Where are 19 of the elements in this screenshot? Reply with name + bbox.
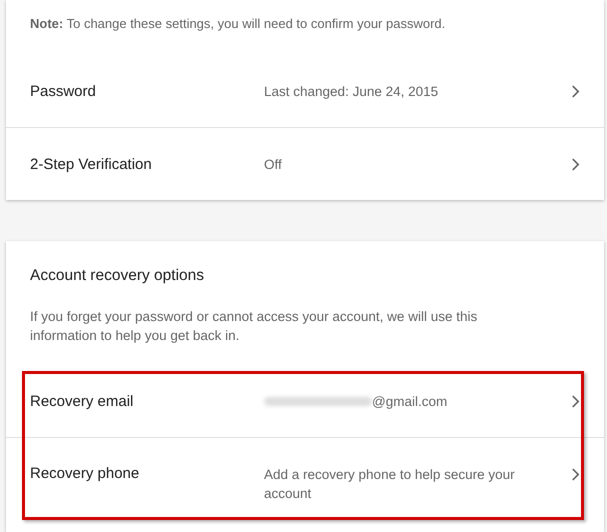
row-label: Password — [30, 82, 97, 100]
note-text: Note: To change these settings, you will need to confirm your password. — [30, 15, 446, 33]
settings-row[interactable]: Recovery phone Add a recovery phone to help secure your account — [6, 437, 604, 509]
settings-row[interactable]: Password Last changed: June 24, 2015 — [6, 55, 604, 127]
chevron-right-icon — [571, 468, 580, 481]
settings-row[interactable]: Recovery email @gmail.com — [6, 365, 604, 437]
row-label: Recovery phone — [30, 465, 140, 482]
chevron-right-icon — [571, 158, 580, 170]
row-value: @gmail.com — [372, 392, 448, 410]
row-label: 2-Step Verification — [30, 156, 153, 172]
row-label: Recovery email — [30, 392, 134, 410]
section-description: If you forget your password or cannot access your account, we will use this information to help you get back in. — [30, 308, 478, 345]
settings-row[interactable]: 2-Step Verification Off — [6, 127, 604, 200]
chevron-right-icon — [571, 394, 580, 408]
row-value: Off — [264, 156, 283, 174]
row-value: Last changed: June 24, 2015 — [264, 82, 440, 100]
row-value: Add a recovery phone to help secure your account — [264, 466, 516, 503]
chevron-right-icon — [571, 84, 580, 98]
section-title: Account recovery options — [30, 267, 206, 285]
